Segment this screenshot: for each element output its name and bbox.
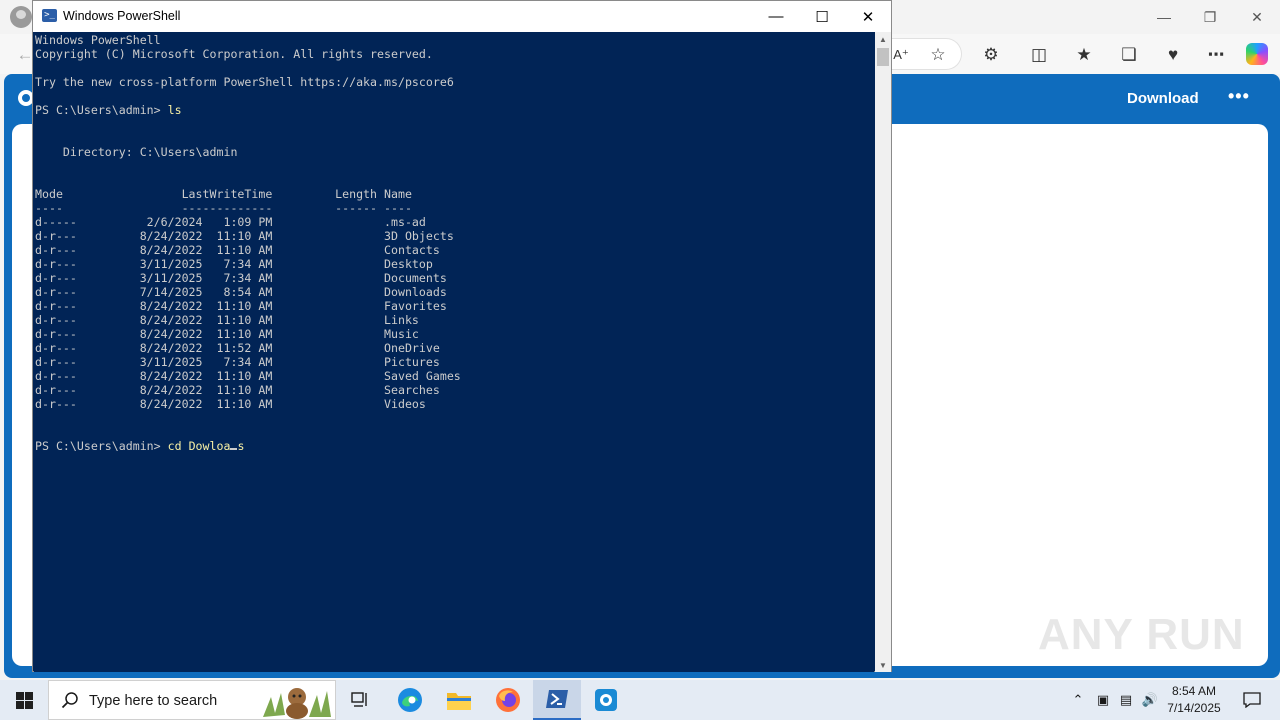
console-line: d-r--- 8/24/2022 11:52 AM OneDrive [35,341,440,355]
search-highlight-icon [263,688,331,719]
powershell-taskbar-button[interactable] [533,680,581,720]
console-line-text: d-r--- 7/14/2025 8:54 AM Downloads [35,285,447,299]
powershell-icon: >_ [42,9,57,22]
console-line: d-r--- 7/14/2025 8:54 AM Downloads [35,285,447,299]
console-line-text: d----- 2/6/2024 1:09 PM .ms-ad [35,215,426,229]
volume-icon[interactable]: 🔊 [1140,680,1160,720]
task-view-icon[interactable] [336,680,384,720]
clock-time: 8:54 AM [1171,684,1217,698]
command-text-after-cursor: s [237,439,245,453]
notification-icon[interactable] [1232,680,1272,720]
console-line: d-r--- 3/11/2025 7:34 AM Desktop [35,257,433,271]
windows-icon [15,691,33,709]
command-input[interactable]: cd Dowloa s [168,439,245,453]
console-line: d-r--- 8/24/2022 11:10 AM Favorites [35,299,447,313]
console-line-text: d-r--- 3/11/2025 7:34 AM Desktop [35,257,433,271]
file-explorer-icon[interactable] [435,680,483,720]
console-line: d-r--- 8/24/2022 11:10 AM Music [35,327,419,341]
console-line-text: Windows PowerShell [35,33,161,47]
command-text: ls [167,103,182,117]
copilot-icon[interactable] [1246,43,1268,65]
settings-more-icon[interactable]: ⋯ [1203,42,1229,68]
console-line-text: PS C:\Users\admin> [35,103,168,117]
start-button[interactable] [0,680,48,720]
console-line: d----- 2/6/2024 1:09 PM .ms-ad [35,215,426,229]
console-output[interactable]: Windows PowerShell Copyright (C) Microsof… [34,32,874,672]
console-line-text: d-r--- 8/24/2022 11:10 AM 3D Objects [35,229,454,243]
console-line: d-r--- 3/11/2025 7:34 AM Pictures [35,355,440,369]
powershell-window[interactable]: >_ Windows PowerShell — ☐ ✕ Windows Powe… [32,0,892,672]
console-line: PS C:\Users\admin> ls [35,103,182,117]
scrollbar-thumb[interactable] [877,48,889,66]
download-button[interactable]: Download [1127,90,1199,107]
console-line-text: d-r--- 8/24/2022 11:10 AM Videos [35,397,426,411]
favorite-star-icon[interactable]: ☆ [925,42,951,68]
console-line-text: d-r--- 3/11/2025 7:34 AM Pictures [35,355,440,369]
clock[interactable]: 8:54 AM 7/14/2025 [1162,683,1226,717]
window-title: Windows PowerShell [63,9,181,23]
console-line-text: Mode LastWriteTime Length Name [35,187,412,201]
app-icon[interactable] [582,680,630,720]
console-line: ---- ------------- ------ ---- [35,201,412,215]
edge-icon[interactable] [386,680,434,720]
console-line: d-r--- 8/24/2022 11:10 AM Links [35,313,419,327]
console-line-text: Copyright (C) Microsoft Corporation. All… [35,47,433,61]
maximize-button[interactable]: ☐ [799,1,845,32]
network-icon[interactable]: ▤ [1116,680,1136,720]
scroll-up-icon[interactable]: ▲ [875,32,891,46]
console-line-text: d-r--- 8/24/2022 11:10 AM Favorites [35,299,447,313]
console-line-text: PS C:\Users\admin> [35,439,168,453]
console-line-text: d-r--- 8/24/2022 11:52 AM OneDrive [35,341,440,355]
taskbar-search[interactable]: Type here to search [48,680,336,720]
favorites-icon[interactable]: ★ [1071,42,1097,68]
search-icon [61,692,78,709]
console-line: Mode LastWriteTime Length Name [35,187,412,201]
console-line-text: d-r--- 8/24/2022 11:10 AM Contacts [35,243,440,257]
console-line: Directory: C:\Users\admin [35,145,238,159]
taskbar: Type here to search ⌃ ▣ ▤ 🔊 8:54 AM 7/14… [0,680,1280,720]
console-line-text: d-r--- 8/24/2022 11:10 AM Searches [35,383,440,397]
profile-avatar[interactable] [10,6,32,28]
console-line: d-r--- 8/24/2022 11:10 AM Saved Games [35,369,461,383]
console-line: Copyright (C) Microsoft Corporation. All… [35,47,433,61]
console-line: d-r--- 3/11/2025 7:34 AM Documents [35,271,447,285]
search-placeholder: Type here to search [89,693,218,709]
powershell-icon [546,690,568,708]
console-line-text: d-r--- 8/24/2022 11:10 AM Music [35,327,419,341]
console-line-text: Try the new cross-platform PowerShell ht… [35,75,454,89]
split-screen-icon[interactable]: ◫ [1026,42,1052,68]
more-icon[interactable]: ••• [1228,86,1250,107]
close-button[interactable]: ✕ [845,1,891,32]
device-icon[interactable]: ▣ [1093,680,1113,720]
console-line-text: ---- ------------- ------ ---- [35,201,412,215]
watermark: ANY RUN [1038,610,1245,659]
console-line-text: d-r--- 8/24/2022 11:10 AM Links [35,313,419,327]
browser-essentials-icon[interactable]: ♥ [1160,42,1186,68]
console-line: d-r--- 8/24/2022 11:10 AM Videos [35,397,426,411]
console-line: Windows PowerShell [35,33,161,47]
browser-close-button[interactable]: ✕ [1234,0,1280,34]
console-line: PS C:\Users\admin> cd Dowloa s [35,439,244,453]
scrollbar[interactable]: ▲ ▼ [875,32,891,672]
extensions-icon[interactable]: ⚙ [978,42,1004,68]
console-line-text: d-r--- 8/24/2022 11:10 AM Saved Games [35,369,461,383]
console-line: d-r--- 8/24/2022 11:10 AM Contacts [35,243,440,257]
scroll-down-icon[interactable]: ▼ [875,658,891,672]
browser-restore-button[interactable]: ❐ [1187,0,1233,34]
powershell-titlebar[interactable]: >_ Windows PowerShell — ☐ ✕ [33,1,891,32]
show-hidden-icons-icon[interactable]: ⌃ [1068,680,1088,720]
command-text-before-cursor: cd Dowloa [167,439,231,453]
clock-date: 7/14/2025 [1167,701,1221,715]
console-line: d-r--- 8/24/2022 11:10 AM Searches [35,383,440,397]
console-line: d-r--- 8/24/2022 11:10 AM 3D Objects [35,229,454,243]
browser-minimize-button[interactable]: — [1141,0,1187,34]
console-line: Try the new cross-platform PowerShell ht… [35,75,454,89]
console-line-text: Directory: C:\Users\admin [35,145,238,159]
firefox-icon[interactable] [484,680,532,720]
collections-icon[interactable]: ❏ [1116,42,1142,68]
console-line-text: d-r--- 3/11/2025 7:34 AM Documents [35,271,447,285]
minimize-button[interactable]: — [753,1,799,32]
